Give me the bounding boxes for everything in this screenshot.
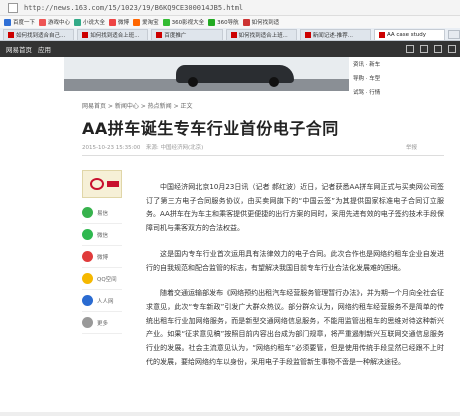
share-sidebar: 易信 微信 微博 QQ空间 人人网 更多: [82, 170, 122, 334]
wechat-icon: [82, 229, 93, 240]
qzone-icon: [82, 273, 93, 284]
search-icon[interactable]: [420, 45, 428, 53]
horizontal-scrollbar[interactable]: [0, 412, 460, 416]
favorite-icon: [74, 18, 82, 26]
weibo-icon: [82, 251, 93, 262]
favorite-icon: [109, 18, 117, 26]
report-link[interactable]: 举报: [406, 143, 417, 151]
app-menu[interactable]: 应用: [38, 44, 51, 54]
favorite-item[interactable]: 360导航: [208, 18, 239, 26]
favorite-item[interactable]: 百度一下: [4, 18, 35, 26]
article-title: AA拼车诞生专车行业首份电子合同: [82, 119, 339, 138]
favorite-icon: [208, 18, 216, 26]
favorite-icon: [162, 18, 170, 26]
favorite-icon: [242, 18, 250, 26]
breadcrumb[interactable]: 网易首页 > 新闻中心 > 热点新闻 > 正文: [82, 101, 193, 110]
home-link[interactable]: 网易首页: [6, 44, 32, 54]
browser-tab[interactable]: 如何找到适合上班...: [77, 29, 149, 40]
tab-bar: 如何找到适合自己... 如何找到适合上班... 百度推广 如何找到适合上班...…: [0, 28, 460, 41]
tab-favicon: [82, 32, 89, 38]
url-text[interactable]: http://news.163.com/15/1023/19/B6KQ9CE30…: [24, 4, 243, 12]
site-nav-bar: 网易首页 应用: [0, 41, 460, 57]
banner-side-link[interactable]: 资讯 · 新车: [353, 61, 453, 70]
browser-tab[interactable]: 百度推广: [151, 29, 223, 40]
more-icon: [82, 317, 93, 328]
article-paragraph: 这是国内专车行业首次运用具有法律效力的电子合同。此次合作也是网络约租车企业自发进…: [146, 249, 444, 272]
banner-side-links: 资讯 · 新车 导购 · 车型 试驾 · 行情: [353, 61, 453, 103]
favorite-icon: [39, 18, 47, 26]
browser-tab[interactable]: 如何找到适合自己...: [3, 29, 75, 40]
favorites-bar: 百度一下 游戏中心 小说大全 微博 爱淘宝 360影视大全 360导航 如何找到…: [0, 16, 460, 28]
kia-logo[interactable]: [82, 170, 122, 198]
car-wheel: [188, 77, 198, 87]
page-icon: [8, 2, 18, 13]
favorite-item[interactable]: 360影视大全: [162, 18, 204, 26]
ad-banner[interactable]: [64, 57, 349, 91]
browser-tab[interactable]: 如何找到适合上班...: [225, 29, 297, 40]
new-tab-button[interactable]: [448, 30, 460, 39]
tab-favicon: [230, 32, 237, 38]
article-paragraph: 中国经济网北京10月23日讯（记者 郝红波）近日，记者获悉AA拼车网正式与买卖网…: [146, 183, 444, 233]
favorite-item[interactable]: 微博: [109, 18, 129, 26]
tab-favicon: [8, 32, 14, 38]
divider: [82, 155, 444, 156]
article-paragraph: 随着交通运输部发布《网络预约出租汽车经营服务管理暂行办法》，并为期一个月向全社会…: [146, 289, 444, 366]
play-icon[interactable]: [434, 45, 442, 53]
article-body: 中国经济网北京10月23日讯（记者 郝红波）近日，记者获悉AA拼车网正式与买卖网…: [146, 181, 444, 381]
banner-side-link[interactable]: 试驾 · 行情: [353, 89, 453, 98]
share-more-button[interactable]: 更多: [82, 312, 122, 334]
share-weibo-button[interactable]: 微博: [82, 246, 122, 268]
tab-favicon: [378, 32, 385, 38]
car-wheel: [269, 77, 279, 87]
menu-icon[interactable]: [448, 45, 456, 53]
banner-side-link[interactable]: 导购 · 车型: [353, 75, 453, 84]
share-renren-button[interactable]: 人人网: [82, 290, 122, 312]
favorite-icon: [133, 18, 141, 26]
article-meta: 2015-10-23 15:35:00 来源: 中国经济网(北京): [82, 145, 204, 151]
browser-tab-active[interactable]: AA case study: [373, 29, 446, 40]
favorite-item[interactable]: 如何找到适: [242, 18, 279, 26]
favorite-item[interactable]: 游戏中心: [39, 18, 70, 26]
favorite-item[interactable]: 小说大全: [74, 18, 105, 26]
yixin-icon: [82, 207, 93, 218]
browser-tab[interactable]: 新闻记述-推荐...: [299, 29, 371, 40]
tab-favicon: [304, 32, 311, 38]
share-yixin-button[interactable]: 易信: [82, 202, 122, 224]
share-wechat-button[interactable]: 微信: [82, 224, 122, 246]
favorite-icon: [4, 18, 11, 26]
tab-favicon: [156, 32, 163, 38]
address-bar[interactable]: http://news.163.com/15/1023/19/B6KQ9CE30…: [0, 0, 460, 16]
favorite-item[interactable]: 爱淘宝: [133, 18, 159, 26]
share-qzone-button[interactable]: QQ空间: [82, 268, 122, 290]
user-icon[interactable]: [406, 45, 414, 53]
renren-icon: [82, 295, 93, 306]
